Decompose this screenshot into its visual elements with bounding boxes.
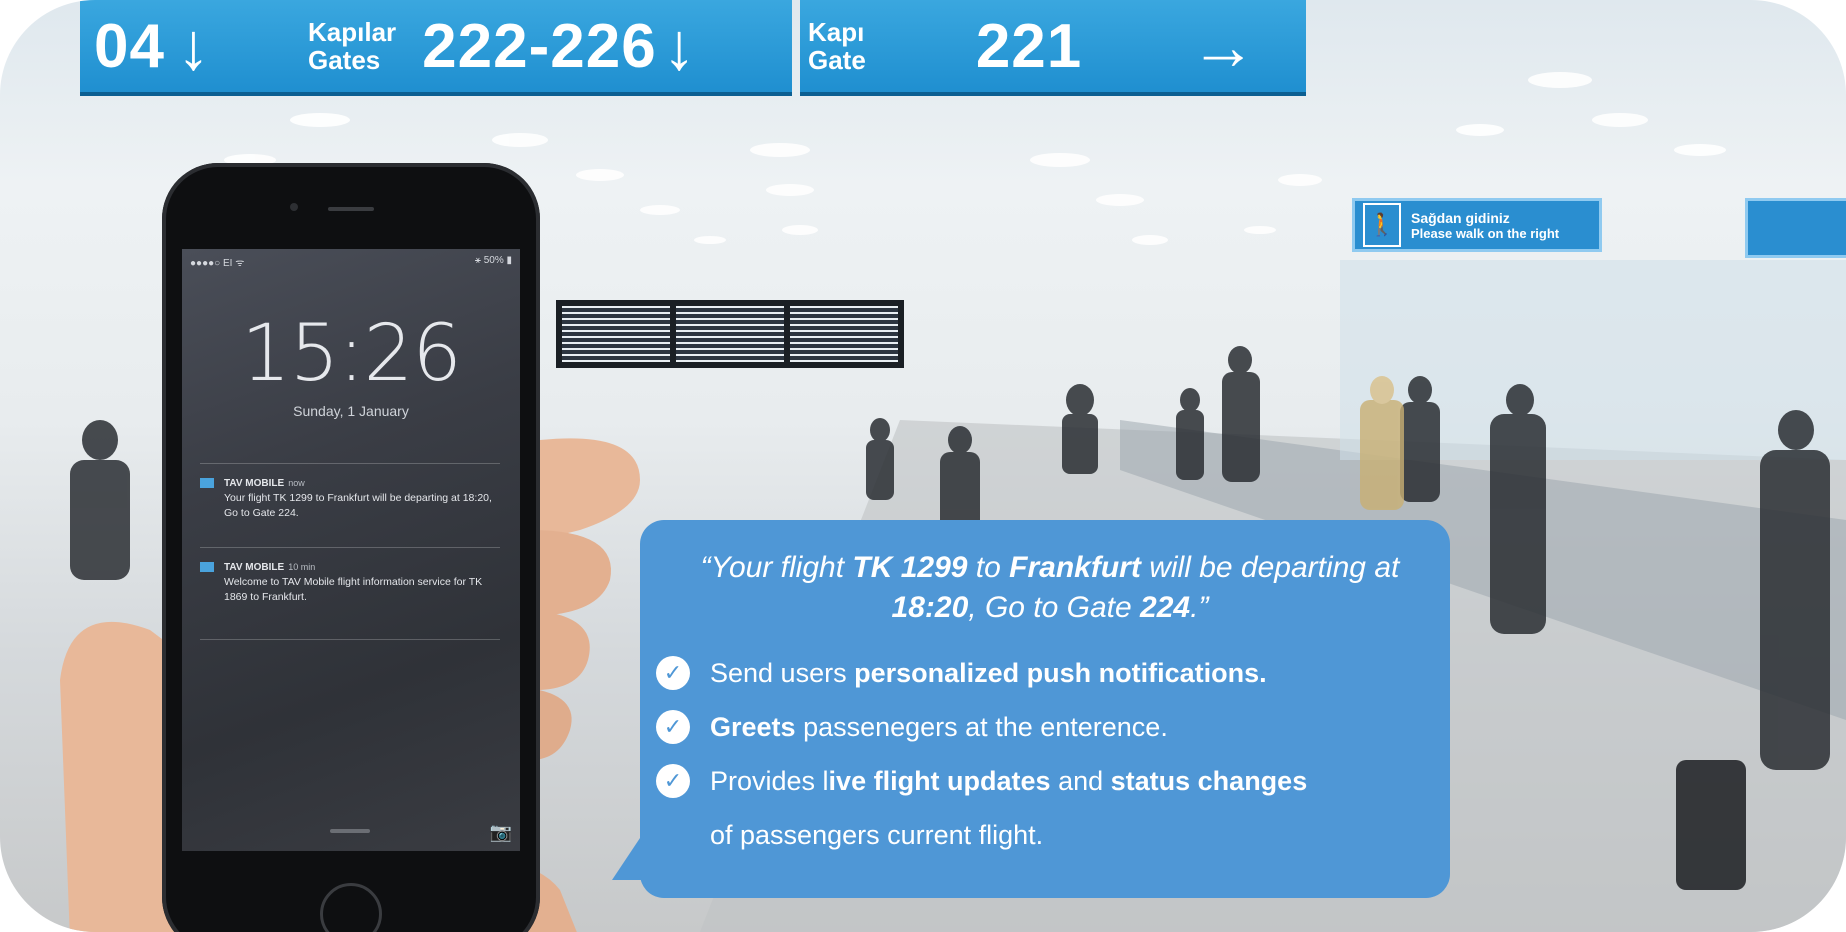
lock-time: 15:26 bbox=[241, 309, 462, 399]
quote-time: 18:20 bbox=[891, 591, 969, 624]
notification-body: Your flight TK 1299 to Frankfurt will be… bbox=[224, 492, 492, 519]
walk-sign-partial bbox=[1745, 198, 1846, 258]
feature-text: Send users personalized push notificatio… bbox=[710, 658, 1267, 689]
person-walking-icon: 🚶 bbox=[1363, 203, 1401, 247]
app-icon bbox=[200, 478, 214, 489]
gate-number: 221 bbox=[975, 11, 1083, 81]
quote-flight: TK 1299 bbox=[852, 551, 968, 584]
lock-date: Sunday, 1 January bbox=[293, 403, 409, 419]
flight-board bbox=[790, 306, 898, 362]
feature-bold: Greets bbox=[710, 711, 796, 742]
quote-text: .” bbox=[1190, 591, 1209, 624]
feature-bold: ive flight updates bbox=[828, 765, 1051, 796]
earpiece bbox=[328, 207, 374, 211]
lock-screen: ●●●●○ EI ᯤ ⚹ 50% ▮ 15:26 Sunday, 1 Janua… bbox=[182, 249, 520, 851]
notification-body: Welcome to TAV Mobile flight information… bbox=[224, 576, 483, 603]
quote-text: to bbox=[967, 551, 1010, 584]
divider bbox=[200, 639, 500, 640]
camera-icon[interactable]: 📷 bbox=[490, 822, 512, 843]
notification-time: 10 min bbox=[288, 562, 316, 572]
gate-sign-left: 04 ↓ bbox=[80, 0, 302, 96]
app-icon bbox=[200, 562, 214, 573]
check-circle-icon: ✓ bbox=[656, 656, 690, 690]
carrier-signal: ●●●●○ EI ᯤ bbox=[190, 258, 245, 269]
notification-quote: “Your flight TK 1299 to Frankfurt will b… bbox=[680, 548, 1420, 628]
feature-item: ✓ Greets passenegers at the enterence. bbox=[656, 700, 1436, 754]
notification-app: TAV MOBILE bbox=[224, 562, 285, 573]
feature-bold: personalized push notifications. bbox=[854, 657, 1267, 688]
feature-list: ✓ Send users personalized push notificat… bbox=[656, 646, 1436, 862]
flight-board bbox=[562, 306, 670, 362]
walk-sign-en: Please walk on the right bbox=[1411, 225, 1560, 241]
front-camera bbox=[290, 203, 298, 211]
flight-info-boards bbox=[556, 300, 904, 368]
gate-label-en: Gate bbox=[808, 45, 866, 75]
check-circle-icon: ✓ bbox=[656, 764, 690, 798]
quote-text: will be departing at bbox=[1140, 551, 1400, 584]
arrow-down-icon: ↓ bbox=[176, 9, 210, 83]
feature-item: ✓ Provides live flight updates and statu… bbox=[656, 754, 1436, 808]
feature-item: ✓ Send users personalized push notificat… bbox=[656, 646, 1436, 700]
feature-plain: Send users bbox=[710, 657, 855, 688]
speech-bubble: “Your flight TK 1299 to Frankfurt will b… bbox=[640, 520, 1450, 898]
quote-destination: Frankfurt bbox=[1009, 551, 1141, 584]
gate-sign-middle: Kapılar Gates 222-226 ↓ bbox=[294, 0, 792, 96]
notification[interactable]: TAV MOBILE now Your flight TK 1299 to Fra… bbox=[200, 463, 500, 521]
home-button[interactable] bbox=[320, 883, 382, 932]
feature-plain: and bbox=[1050, 765, 1111, 796]
check-circle-icon: ✓ bbox=[656, 710, 690, 744]
notification[interactable]: TAV MOBILE 10 min Welcome to TAV Mobile f… bbox=[200, 547, 500, 605]
feature-text: Greets passenegers at the enterence. bbox=[710, 712, 1168, 743]
arrow-down-icon: ↓ bbox=[662, 9, 696, 83]
smartphone: ●●●●○ EI ᯤ ⚹ 50% ▮ 15:26 Sunday, 1 Janua… bbox=[162, 163, 540, 932]
flight-board bbox=[676, 306, 784, 362]
walk-sign-tr: Sağdan gidiniz bbox=[1411, 209, 1510, 226]
notification-app: TAV MOBILE bbox=[224, 478, 285, 489]
feature-continuation: of passengers current flight. bbox=[710, 819, 1044, 850]
gate-label-tr: Kapı bbox=[808, 17, 865, 47]
walk-right-sign: 🚶 Sağdan gidiniz Please walk on the righ… bbox=[1352, 198, 1602, 252]
gate-label-en: Gates bbox=[308, 45, 381, 75]
feature-text: Provides live flight updates and status … bbox=[710, 766, 1307, 797]
feature-plain: Provides l bbox=[710, 765, 829, 796]
battery-status: ⚹ 50% ▮ bbox=[474, 255, 512, 266]
airport-photo: 04 ↓ Kapılar Gates 222-226 ↓ Kapı Gate 2… bbox=[0, 0, 1846, 932]
feature-plain: passenegers at the enterence. bbox=[795, 711, 1168, 742]
feature-bold: status changes bbox=[1110, 765, 1308, 796]
home-indicator bbox=[330, 829, 370, 833]
arrow-right-icon: → bbox=[1190, 9, 1257, 83]
quote-text: “Your flight bbox=[700, 551, 853, 584]
quote-gate: 224 bbox=[1140, 591, 1191, 624]
quote-text: , Go to Gate bbox=[968, 591, 1141, 624]
gate-range: 222-226 bbox=[422, 11, 657, 81]
gate-label-tr: Kapılar bbox=[308, 17, 397, 47]
gate-sign-right: Kapı Gate 221 → bbox=[800, 0, 1306, 96]
status-bar: ●●●●○ EI ᯤ ⚹ 50% ▮ bbox=[190, 255, 512, 269]
gate-number: 04 bbox=[94, 11, 165, 81]
notification-time: now bbox=[288, 478, 305, 488]
